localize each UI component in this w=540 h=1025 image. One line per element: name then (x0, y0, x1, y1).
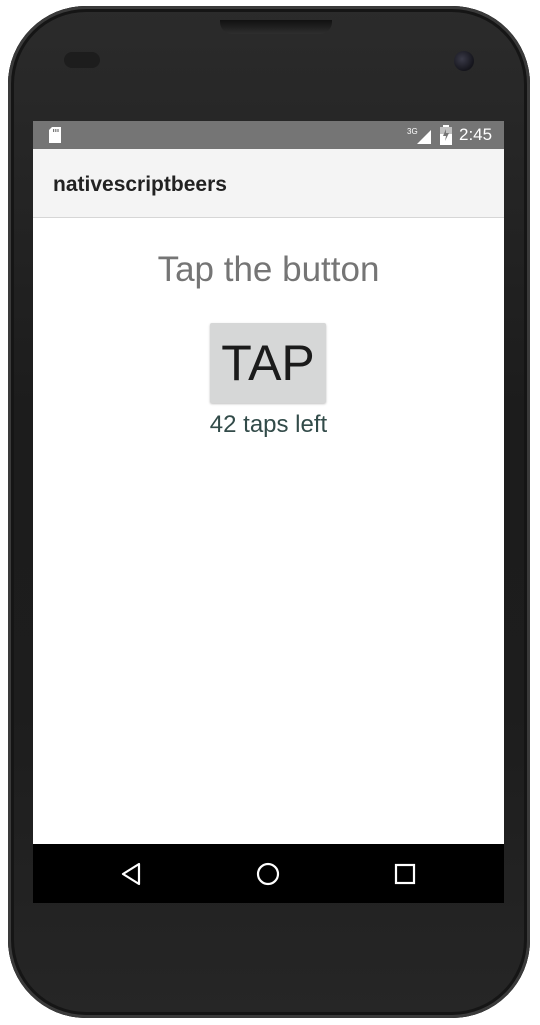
navigation-bar (33, 844, 504, 903)
proximity-sensor (64, 52, 100, 68)
battery-icon (440, 125, 452, 145)
phone-screen: 3G 2:45 nativescriptbeers Tap the button… (33, 121, 504, 903)
action-bar: nativescriptbeers (33, 149, 504, 218)
home-icon[interactable] (252, 858, 284, 890)
speaker-grille (220, 20, 332, 34)
taps-left-label: 42 taps left (209, 411, 328, 438)
status-clock: 2:45 (459, 125, 493, 144)
network-type-label: 3G (407, 127, 418, 136)
tap-button[interactable]: TAP (210, 323, 326, 403)
headline: Tap the button (157, 250, 380, 289)
back-icon[interactable] (115, 858, 147, 890)
main-content: Tap the button TAP 42 taps left (33, 218, 504, 844)
status-bar: 3G 2:45 (33, 121, 504, 149)
cell-signal-icon: 3G (407, 127, 431, 144)
front-camera (454, 51, 474, 71)
recent-apps-icon[interactable] (389, 858, 421, 890)
app-title: nativescriptbeers (53, 173, 227, 196)
sd-card-icon (49, 127, 61, 143)
